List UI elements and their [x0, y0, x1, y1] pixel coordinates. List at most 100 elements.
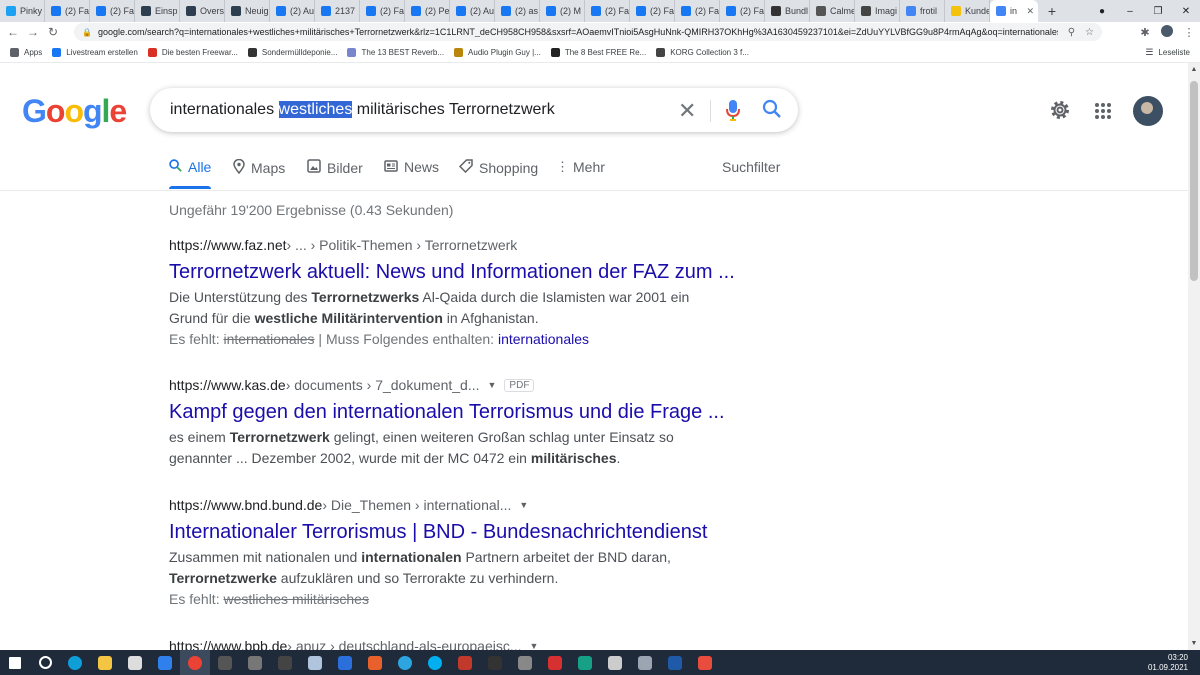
- zoom-icon[interactable]: ⚲: [1068, 27, 1075, 38]
- bookmark-item[interactable]: The 13 BEST Reverb...: [347, 47, 444, 57]
- app-icon[interactable]: [540, 650, 570, 675]
- app-icon[interactable]: [600, 650, 630, 675]
- reload-icon[interactable]: ↻: [43, 25, 63, 39]
- system-clock[interactable]: 03:20 01.09.2021: [1148, 653, 1188, 673]
- browser-tab[interactable]: (2) M: [540, 0, 585, 22]
- telegram-icon[interactable]: [390, 650, 420, 675]
- chrome-icon[interactable]: [180, 650, 210, 675]
- browser-tab[interactable]: (2) Fa: [630, 0, 675, 22]
- tools-button[interactable]: Suchfilter: [722, 159, 780, 175]
- result-menu-caret-icon[interactable]: ▼: [488, 380, 497, 390]
- browser-tab[interactable]: Kunde: [945, 0, 990, 22]
- bookmark-item[interactable]: KORG Collection 3 f...: [656, 47, 749, 57]
- browser-tab[interactable]: 2137: [315, 0, 360, 22]
- google-logo[interactable]: Google: [22, 93, 127, 130]
- bookmark-item[interactable]: Sondermülldeponie...: [247, 47, 337, 57]
- browser-tab[interactable]: Overs: [180, 0, 225, 22]
- browser-tab[interactable]: (2) Fa: [45, 0, 90, 22]
- app-icon[interactable]: [480, 650, 510, 675]
- bookmark-item[interactable]: The 8 Best FREE Re...: [550, 47, 646, 57]
- result-cite[interactable]: https://www.bnd.bund.de › Die_Themen › i…: [169, 497, 729, 513]
- search-icon[interactable]: [762, 99, 782, 124]
- edge-icon[interactable]: [60, 650, 90, 675]
- result-title-link[interactable]: Terrornetzwerk aktuell: News und Informa…: [169, 259, 735, 285]
- app-icon[interactable]: [300, 650, 330, 675]
- result-menu-caret-icon[interactable]: ▼: [519, 500, 528, 510]
- profile-icon[interactable]: ●: [1088, 6, 1116, 17]
- restore-icon[interactable]: ❐: [1144, 6, 1172, 17]
- menu-icon[interactable]: ⋮: [1178, 26, 1200, 39]
- bookmark-item[interactable]: Audio Plugin Guy |...: [454, 47, 541, 57]
- forward-icon[interactable]: →: [23, 25, 43, 39]
- microphone-icon[interactable]: [725, 99, 741, 126]
- account-avatar[interactable]: [1133, 96, 1163, 126]
- app-icon[interactable]: [450, 650, 480, 675]
- browser-tab[interactable]: (2) Fa: [360, 0, 405, 22]
- tab-news[interactable]: News: [384, 159, 439, 175]
- bookmark-item[interactable]: Livestream erstellen: [52, 47, 138, 57]
- reading-list[interactable]: ☰ Leseliste: [1145, 47, 1190, 58]
- browser-tab[interactable]: (2) as: [495, 0, 540, 22]
- result-title-link[interactable]: Internationaler Terrorismus | BND - Bund…: [169, 519, 729, 545]
- browser-tab[interactable]: Neuig: [225, 0, 270, 22]
- browser-tab[interactable]: (2) Fa: [675, 0, 720, 22]
- close-window-icon[interactable]: ✕: [1172, 6, 1200, 17]
- app-icon[interactable]: [270, 650, 300, 675]
- extensions-icon[interactable]: ✱: [1134, 26, 1156, 39]
- browser-tab[interactable]: (2) Fa: [585, 0, 630, 22]
- google-apps-icon[interactable]: [1094, 102, 1112, 125]
- tab-maps[interactable]: Maps: [233, 158, 285, 177]
- app-icon[interactable]: [360, 650, 390, 675]
- back-icon[interactable]: ←: [3, 25, 23, 39]
- search-input[interactable]: internationales westliches militärisches…: [170, 101, 555, 119]
- browser-tab[interactable]: (2) Fa: [90, 0, 135, 22]
- browser-tab[interactable]: in ✕: [990, 0, 1038, 22]
- store-icon[interactable]: [120, 650, 150, 675]
- browser-tab[interactable]: Einsp: [135, 0, 180, 22]
- result-cite[interactable]: https://www.faz.net › ... › Politik-Them…: [169, 237, 729, 253]
- app-icon[interactable]: [510, 650, 540, 675]
- result-cite[interactable]: https://www.kas.de › documents › 7_dokum…: [169, 377, 729, 393]
- bookmark-star-icon[interactable]: ☆: [1085, 27, 1094, 38]
- app-icon[interactable]: [660, 650, 690, 675]
- app-icon[interactable]: [570, 650, 600, 675]
- browser-tab[interactable]: Pinky: [0, 0, 45, 22]
- mail-icon[interactable]: [150, 650, 180, 675]
- tab-images[interactable]: Bilder: [307, 159, 363, 176]
- file-explorer-icon[interactable]: [90, 650, 120, 675]
- url-text[interactable]: google.com/search?q=internationales+west…: [98, 27, 1058, 37]
- app-icon[interactable]: [210, 650, 240, 675]
- clear-icon[interactable]: ✕: [678, 98, 696, 124]
- tab-all[interactable]: Alle: [169, 159, 211, 175]
- app-icon[interactable]: [240, 650, 270, 675]
- result-title-link[interactable]: Kampf gegen den internationalen Terroris…: [169, 399, 729, 425]
- minimize-icon[interactable]: –: [1116, 6, 1144, 17]
- app-icon[interactable]: [330, 650, 360, 675]
- scroll-down-icon[interactable]: ▼: [1188, 640, 1200, 647]
- scroll-thumb[interactable]: [1190, 81, 1198, 281]
- browser-tab[interactable]: (2) Au: [450, 0, 495, 22]
- browser-tab[interactable]: Imagi: [855, 0, 900, 22]
- browser-tab[interactable]: (2) Au: [270, 0, 315, 22]
- browser-tab[interactable]: Bundl: [765, 0, 810, 22]
- bookmark-item[interactable]: Die besten Freewar...: [147, 47, 238, 57]
- browser-tab[interactable]: Calme: [810, 0, 855, 22]
- bookmark-item[interactable]: Apps: [10, 47, 42, 57]
- search-icon[interactable]: [30, 650, 60, 675]
- browser-tab[interactable]: frotil: [900, 0, 945, 22]
- scroll-up-icon[interactable]: ▲: [1188, 66, 1200, 73]
- close-tab-icon[interactable]: ✕: [1026, 6, 1034, 17]
- browser-tab[interactable]: (2) Fa: [720, 0, 765, 22]
- tab-shopping[interactable]: Shopping: [458, 159, 538, 176]
- profile-avatar[interactable]: [1156, 24, 1178, 40]
- browser-tab[interactable]: (2) Pe: [405, 0, 450, 22]
- search-box[interactable]: internationales westliches militärisches…: [150, 88, 798, 132]
- app-icon[interactable]: [630, 650, 660, 675]
- address-bar[interactable]: 🔒 google.com/search?q=internationales+we…: [74, 23, 1102, 41]
- tab-more[interactable]: ⋮ Mehr: [556, 159, 605, 175]
- skype-icon[interactable]: [420, 650, 450, 675]
- page-scrollbar[interactable]: ▲ ▼: [1188, 63, 1200, 650]
- must-include-link[interactable]: internationales: [498, 331, 589, 347]
- app-icon[interactable]: [690, 650, 720, 675]
- new-tab-icon[interactable]: +: [1042, 3, 1062, 19]
